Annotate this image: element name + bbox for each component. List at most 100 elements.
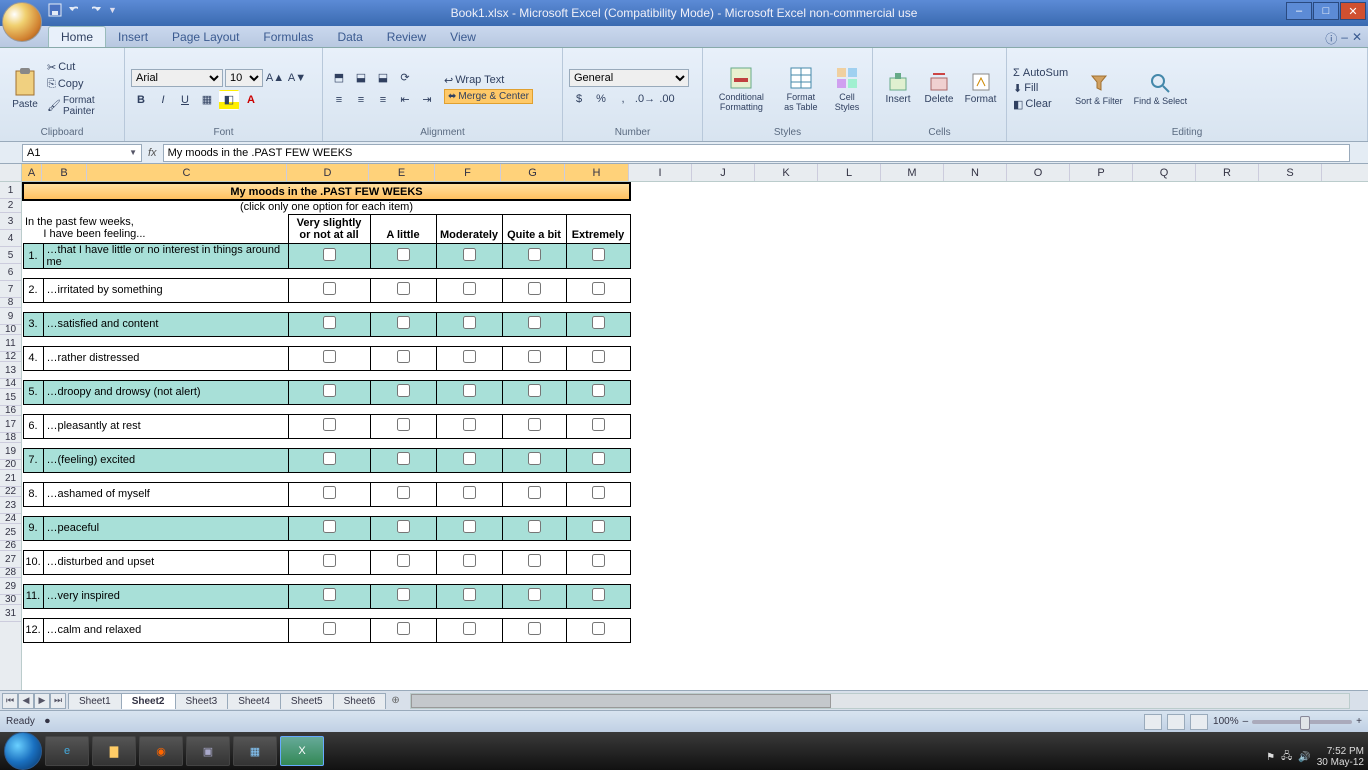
row-header-21[interactable]: 21 (0, 470, 21, 487)
tab-data[interactable]: Data (325, 27, 374, 47)
zoom-slider[interactable] (1252, 720, 1352, 724)
response-checkbox-8-4[interactable] (592, 486, 605, 499)
sheet-tab-sheet4[interactable]: Sheet4 (227, 693, 281, 709)
row-header-7[interactable]: 7 (0, 281, 21, 298)
response-checkbox-3-3[interactable] (528, 316, 541, 329)
office-orb-button[interactable] (2, 2, 42, 42)
italic-button[interactable]: I (153, 90, 173, 110)
save-icon[interactable] (48, 3, 62, 17)
response-checkbox-8-3[interactable] (528, 486, 541, 499)
col-header-D[interactable]: D (287, 164, 369, 181)
response-checkbox-12-0[interactable] (323, 622, 336, 635)
row-header-3[interactable]: 3 (0, 213, 21, 230)
sheet-tab-sheet3[interactable]: Sheet3 (175, 693, 229, 709)
tab-nav-last[interactable]: ⏭ (50, 693, 66, 709)
taskbar-firefox[interactable]: ◉ (139, 736, 183, 766)
row-header-17[interactable]: 17 (0, 416, 21, 433)
response-checkbox-12-1[interactable] (397, 622, 410, 635)
col-header-R[interactable]: R (1196, 164, 1259, 181)
response-checkbox-5-1[interactable] (397, 384, 410, 397)
response-checkbox-5-3[interactable] (528, 384, 541, 397)
row-header-9[interactable]: 9 (0, 308, 21, 325)
tab-view[interactable]: View (438, 27, 488, 47)
col-header-I[interactable]: I (629, 164, 692, 181)
redo-icon[interactable] (88, 3, 102, 17)
row-header-15[interactable]: 15 (0, 389, 21, 406)
currency-button[interactable]: $ (569, 89, 589, 109)
tab-review[interactable]: Review (375, 27, 438, 47)
paste-button[interactable]: Paste (6, 65, 44, 112)
response-checkbox-5-2[interactable] (463, 384, 476, 397)
response-checkbox-4-1[interactable] (397, 350, 410, 363)
response-checkbox-2-0[interactable] (323, 282, 336, 295)
underline-button[interactable]: U (175, 90, 195, 110)
row-header-10[interactable]: 10 (0, 325, 21, 335)
align-center-button[interactable]: ≡ (351, 90, 371, 110)
tab-nav-first[interactable]: ⏮ (2, 693, 18, 709)
response-checkbox-9-3[interactable] (528, 520, 541, 533)
row-header-1[interactable]: 1 (0, 182, 21, 199)
cell-styles-button[interactable]: Cell Styles (828, 64, 866, 114)
response-checkbox-1-3[interactable] (528, 248, 541, 261)
undo-icon[interactable] (68, 3, 82, 17)
tab-nav-next[interactable]: ▶ (34, 693, 50, 709)
name-box[interactable]: A1 ▼ (22, 144, 142, 162)
number-format-select[interactable]: General (569, 69, 689, 87)
sort-filter-button[interactable]: Sort & Filter (1071, 70, 1127, 108)
response-checkbox-12-4[interactable] (592, 622, 605, 635)
sheet-tab-sheet1[interactable]: Sheet1 (68, 693, 122, 709)
tab-formulas[interactable]: Formulas (251, 27, 325, 47)
row-header-12[interactable]: 12 (0, 352, 21, 362)
minimize-button[interactable]: – (1286, 2, 1312, 20)
taskbar-ie[interactable]: e (45, 736, 89, 766)
taskbar-explorer[interactable]: ▇ (92, 736, 136, 766)
response-checkbox-6-4[interactable] (592, 418, 605, 431)
conditional-formatting-button[interactable]: Conditional Formatting (709, 64, 774, 114)
response-checkbox-4-2[interactable] (463, 350, 476, 363)
tray-network-icon[interactable]: 🖧 (1281, 749, 1292, 766)
tab-page-layout[interactable]: Page Layout (160, 27, 251, 47)
tab-home[interactable]: Home (48, 26, 106, 47)
response-checkbox-3-4[interactable] (592, 316, 605, 329)
response-checkbox-9-4[interactable] (592, 520, 605, 533)
cells-grid[interactable]: My moods in the .PAST FEW WEEKS(click on… (22, 182, 1368, 690)
zoom-out-button[interactable]: – (1243, 716, 1249, 727)
taskbar-app2[interactable]: ▦ (233, 736, 277, 766)
response-checkbox-8-1[interactable] (397, 486, 410, 499)
row-header-2[interactable]: 2 (0, 199, 21, 213)
response-checkbox-8-2[interactable] (463, 486, 476, 499)
row-header-8[interactable]: 8 (0, 298, 21, 308)
zoom-in-button[interactable]: + (1356, 716, 1362, 727)
row-header-5[interactable]: 5 (0, 247, 21, 264)
border-button[interactable]: ▦ (197, 90, 217, 110)
select-all-corner[interactable] (0, 164, 22, 182)
align-middle-button[interactable]: ⬓ (351, 68, 371, 88)
align-left-button[interactable]: ≡ (329, 90, 349, 110)
delete-cells-button[interactable]: Delete (920, 70, 958, 107)
align-right-button[interactable]: ≡ (373, 90, 393, 110)
increase-indent-button[interactable]: ⇥ (417, 90, 437, 110)
col-header-B[interactable]: B (42, 164, 87, 181)
row-header-4[interactable]: 4 (0, 230, 21, 247)
response-checkbox-2-1[interactable] (397, 282, 410, 295)
ribbon-minimize-icon[interactable]: – (1341, 30, 1348, 47)
response-checkbox-6-0[interactable] (323, 418, 336, 431)
col-header-S[interactable]: S (1259, 164, 1322, 181)
row-header-28[interactable]: 28 (0, 568, 21, 578)
maximize-button[interactable]: □ (1313, 2, 1339, 20)
response-checkbox-11-0[interactable] (323, 588, 336, 601)
merge-center-button[interactable]: ⬌Merge & Center (444, 89, 533, 104)
response-checkbox-11-3[interactable] (528, 588, 541, 601)
response-checkbox-11-2[interactable] (463, 588, 476, 601)
col-header-O[interactable]: O (1007, 164, 1070, 181)
hscroll-thumb[interactable] (411, 694, 831, 708)
response-checkbox-11-1[interactable] (397, 588, 410, 601)
response-checkbox-2-3[interactable] (528, 282, 541, 295)
row-header-13[interactable]: 13 (0, 362, 21, 379)
row-header-18[interactable]: 18 (0, 433, 21, 443)
response-checkbox-7-3[interactable] (528, 452, 541, 465)
align-bottom-button[interactable]: ⬓ (373, 68, 393, 88)
help-icon[interactable]: ⓘ (1325, 30, 1337, 47)
row-header-25[interactable]: 25 (0, 524, 21, 541)
wrap-text-button[interactable]: ↩Wrap Text (444, 74, 533, 87)
